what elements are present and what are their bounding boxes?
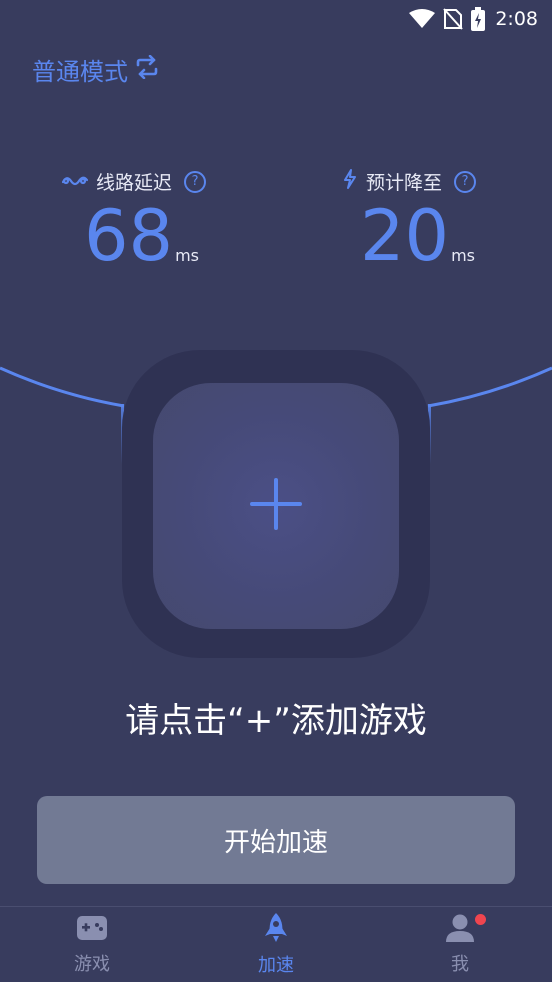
lightning-icon (342, 169, 358, 194)
notification-badge (475, 914, 486, 925)
latency-unit: ms (175, 246, 199, 265)
wifi-icon (409, 9, 436, 29)
expected-stat: 预计降至 ? 20 ms (342, 168, 542, 271)
expected-value: 20 (360, 195, 450, 277)
tab-accelerate-label: 加速 (258, 955, 294, 976)
switch-arrows-icon (134, 54, 160, 85)
tab-games-label: 游戏 (74, 954, 110, 975)
add-game-prompt: 请点击“+”添加游戏 (125, 701, 427, 741)
question-icon[interactable]: ? (454, 170, 477, 193)
tab-me-label: 我 (451, 954, 469, 975)
start-accelerate-button[interactable]: 开始加速 (37, 796, 515, 884)
latency-value: 68 (84, 195, 174, 277)
mode-switch[interactable]: 普通模式 (32, 52, 160, 87)
question-icon[interactable]: ? (184, 170, 207, 193)
bottom-tab-bar: 游戏 加速 我 (0, 906, 552, 982)
expected-label: 预计降至 (366, 172, 443, 194)
mode-label: 普通模式 (32, 58, 128, 86)
battery-charging-icon (471, 7, 486, 31)
rocket-icon (262, 912, 290, 949)
tab-games[interactable]: 游戏 (0, 907, 184, 982)
status-bar: 2:08 (0, 0, 552, 38)
latency-stat: 线路延迟 ? 68 ms (61, 168, 262, 277)
tab-accelerate[interactable]: 加速 (184, 907, 368, 982)
start-button-label: 开始加速 (223, 827, 328, 858)
gamepad-icon (76, 913, 108, 948)
latency-label: 线路延迟 (96, 172, 173, 194)
tab-me[interactable]: 我 (368, 907, 552, 982)
add-game-button[interactable] (153, 383, 399, 629)
plus-icon (250, 478, 302, 534)
expected-unit: ms (451, 246, 475, 265)
no-sim-icon (443, 8, 464, 30)
user-icon (444, 913, 476, 948)
wave-icon (61, 171, 89, 193)
status-time: 2:08 (495, 8, 538, 30)
